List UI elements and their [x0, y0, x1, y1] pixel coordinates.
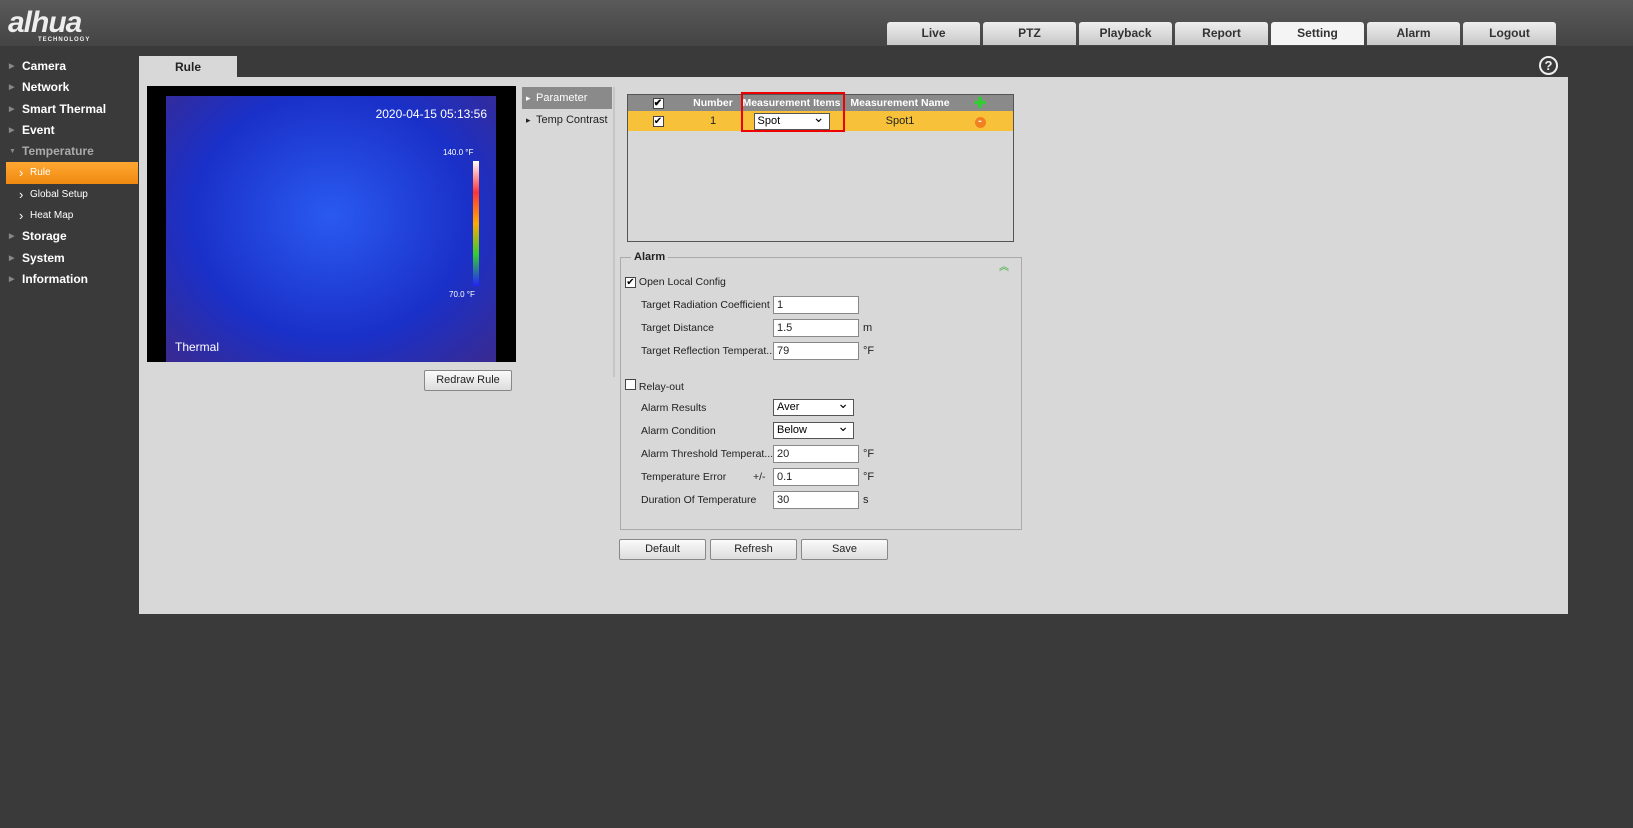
help-icon[interactable]: ?: [1539, 56, 1558, 75]
tab-logout[interactable]: Logout: [1463, 22, 1556, 45]
alarm-condition-select[interactable]: Below: [773, 419, 854, 439]
temperature-error-input[interactable]: 0.1: [773, 468, 859, 486]
sidebar-item-network[interactable]: Network: [0, 77, 138, 98]
sidebar-item-smart-thermal[interactable]: Smart Thermal: [0, 99, 138, 120]
tab-setting[interactable]: Setting: [1271, 22, 1364, 45]
tab-alarm[interactable]: Alarm: [1367, 22, 1460, 45]
sidebar-item-temperature[interactable]: Temperature: [0, 141, 138, 162]
tab-report[interactable]: Report: [1175, 22, 1268, 45]
unit: s: [863, 494, 869, 506]
sidebar-item-event[interactable]: Event: [0, 120, 138, 141]
row-name: Spot1: [885, 115, 915, 127]
threshold-label: Alarm Threshold Temperat...: [641, 448, 774, 460]
collapse-icon[interactable]: ︽: [999, 258, 1009, 273]
sidebar-item-information[interactable]: Information: [0, 269, 138, 290]
target-distance-input[interactable]: 1.5: [773, 319, 859, 337]
highlight-box: [741, 92, 845, 132]
field-label: Target Radiation Coefficient: [641, 299, 770, 311]
tab-live[interactable]: Live: [887, 22, 980, 45]
alarm-condition-label: Alarm Condition: [641, 425, 716, 437]
scale-low: 70.0 °F: [449, 290, 475, 299]
video-label: Thermal: [175, 340, 220, 354]
relay-out-checkbox[interactable]: [625, 379, 636, 390]
header-measurement-name: Measurement Name: [850, 97, 950, 109]
sidebar: Camera Network Smart Thermal Event Tempe…: [0, 56, 138, 290]
scale-high: 140.0 °F: [443, 148, 474, 157]
tab-ptz[interactable]: PTZ: [983, 22, 1076, 45]
subnav-parameter[interactable]: Parameter: [522, 87, 612, 109]
thermal-video[interactable]: 2020-04-15 05:13:56 140.0 °F 70.0 °F The…: [147, 86, 516, 362]
unit: °F: [863, 471, 875, 483]
sidebar-item-global-setup[interactable]: Global Setup: [0, 184, 138, 205]
video-timestamp: 2020-04-15 05:13:56: [375, 107, 487, 121]
row-checkbox[interactable]: ✔: [652, 116, 664, 127]
tab-rule[interactable]: Rule: [139, 56, 237, 78]
field-label: Target Reflection Temperat...: [641, 345, 776, 357]
temperature-error-label: Temperature Error: [641, 471, 727, 483]
logo-sub: TECHNOLOGY: [38, 37, 91, 43]
threshold-input[interactable]: 20: [773, 445, 859, 463]
select-all-checkbox[interactable]: ✔: [652, 98, 664, 109]
plus-minus: +/-: [753, 471, 766, 483]
duration-input[interactable]: 30: [773, 491, 859, 509]
header-number: Number: [693, 97, 733, 109]
row-number: 1: [709, 115, 717, 127]
sidebar-item-system[interactable]: System: [0, 248, 138, 269]
default-button[interactable]: Default: [619, 539, 706, 560]
unit: m: [863, 322, 873, 334]
open-local-label: Open Local Config: [638, 276, 726, 288]
logo: alhua TECHNOLOGY: [8, 6, 89, 43]
top-bar: alhua TECHNOLOGY Live PTZ Playback Report…: [0, 0, 1633, 46]
alarm-results-label: Alarm Results: [641, 402, 707, 414]
logo-text: alhua: [8, 6, 82, 39]
relay-out-label: Relay-out: [638, 381, 684, 393]
sidebar-item-storage[interactable]: Storage: [0, 226, 138, 247]
tab-playback[interactable]: Playback: [1079, 22, 1172, 45]
add-icon[interactable]: ✚: [955, 94, 1005, 112]
duration-label: Duration Of Temperature: [641, 494, 757, 506]
color-scale: [473, 161, 479, 286]
alarm-title: Alarm: [631, 251, 669, 263]
subnav-temp-contrast[interactable]: Temp Contrast: [522, 109, 612, 131]
sidebar-item-heat-map[interactable]: Heat Map: [0, 205, 138, 226]
thermal-image: [166, 96, 496, 362]
radiation-coefficient-input[interactable]: 1: [773, 296, 859, 314]
reflection-temperature-input[interactable]: 79: [773, 342, 859, 360]
sidebar-item-camera[interactable]: Camera: [0, 56, 138, 77]
open-local-checkbox[interactable]: ✔: [625, 277, 636, 288]
redraw-rule-button[interactable]: Redraw Rule: [424, 370, 512, 391]
alarm-section: Alarm ︽ ✔ Open Local Config Target Radia…: [620, 251, 1022, 530]
sidebar-item-rule[interactable]: Rule: [6, 162, 138, 184]
alarm-results-select[interactable]: Aver: [773, 396, 854, 416]
refresh-button[interactable]: Refresh: [710, 539, 797, 560]
unit: °F: [863, 448, 875, 460]
remove-icon[interactable]: -: [974, 115, 986, 128]
field-label: Target Distance: [641, 322, 714, 334]
save-button[interactable]: Save: [801, 539, 888, 560]
divider: [613, 87, 615, 377]
unit: °F: [863, 345, 875, 357]
